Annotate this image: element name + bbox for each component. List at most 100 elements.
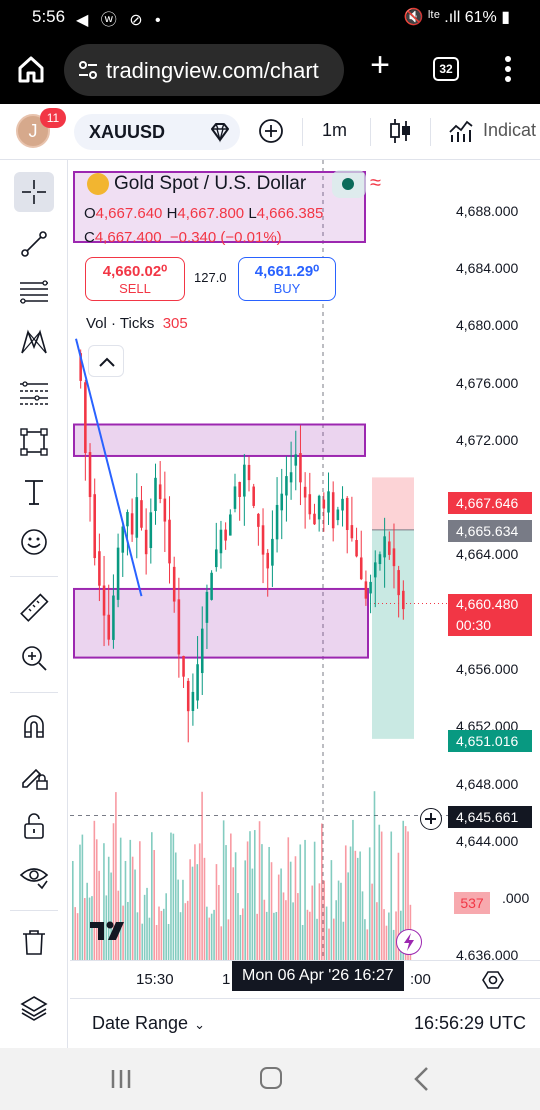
- candle-body: [331, 492, 335, 529]
- volume-bar: [263, 899, 266, 960]
- indicators-button[interactable]: Indicat: [483, 120, 536, 141]
- delete-tool[interactable]: [14, 922, 54, 962]
- low-value: 4,666.385: [256, 205, 324, 222]
- candle-body: [112, 595, 115, 640]
- toolbar-divider: [370, 118, 371, 146]
- candle-body: [243, 464, 246, 497]
- candle-body: [186, 680, 190, 712]
- candle-body: [149, 512, 153, 548]
- date-range-button[interactable]: Date Range ⌄: [92, 1013, 205, 1034]
- price-tick: 4,680.000: [456, 317, 519, 333]
- stay-in-drawing-tool[interactable]: [14, 756, 54, 796]
- candle-body: [383, 536, 386, 558]
- price-tick: 4,648.000: [456, 776, 519, 792]
- hide-tool[interactable]: [14, 856, 54, 896]
- new-tab-button[interactable]: +: [366, 48, 394, 82]
- utc-clock[interactable]: 16:56:29 UTC: [414, 1013, 526, 1034]
- volume-bar: [275, 911, 278, 960]
- candle-body: [317, 495, 321, 520]
- toolbar-divider: [430, 118, 431, 146]
- volume-bar: [174, 852, 177, 960]
- zoom-tool[interactable]: [14, 638, 54, 678]
- emoji-tool[interactable]: [14, 522, 54, 562]
- crosshair-price-label: 4,645.661: [448, 806, 532, 828]
- volume-bar: [179, 912, 182, 960]
- home-nav-button[interactable]: [260, 1067, 282, 1089]
- volume-bar: [383, 909, 385, 960]
- close-key: C: [84, 229, 95, 246]
- crosshair-tool[interactable]: [14, 172, 54, 212]
- volume-bar: [309, 911, 311, 960]
- object-tree-tool[interactable]: [14, 988, 54, 1028]
- volume-bar: [323, 880, 326, 960]
- spread-value: 127.0: [194, 270, 227, 285]
- volume-bar: [72, 860, 74, 960]
- add-alert-icon[interactable]: [420, 808, 442, 830]
- volume-bar: [177, 879, 179, 960]
- candle-body: [345, 497, 349, 531]
- settings-icon[interactable]: [482, 969, 504, 991]
- volume-bar: [364, 919, 366, 960]
- volume-bar: [270, 862, 273, 960]
- candle-body: [336, 509, 340, 521]
- candles-icon[interactable]: [388, 117, 412, 145]
- volume-legend[interactable]: Vol · Ticks 305: [86, 315, 188, 332]
- recent-apps-icon[interactable]: [110, 1068, 132, 1090]
- candle-body: [308, 494, 312, 515]
- candle-body: [214, 549, 218, 568]
- candle-body: [144, 529, 148, 555]
- candle-body: [289, 472, 293, 483]
- volume-bar: [227, 919, 230, 960]
- indicators-icon[interactable]: [448, 118, 474, 144]
- compare-add-icon[interactable]: [258, 118, 284, 144]
- volume-bar: [210, 913, 213, 960]
- volume-bar: [316, 918, 318, 960]
- lock-tool[interactable]: [14, 806, 54, 846]
- magnet-icon: [24, 715, 44, 738]
- forecast-tool[interactable]: [14, 372, 54, 412]
- lightning-icon[interactable]: [396, 929, 422, 955]
- pattern-tool[interactable]: [14, 322, 54, 362]
- candle-body: [168, 519, 171, 564]
- candle-body: [210, 572, 213, 600]
- volume-bar: [208, 917, 211, 960]
- more-menu-icon[interactable]: [500, 54, 516, 84]
- time-axis[interactable]: 15:30 1 :00 Mon 06 Apr '26 16:27: [70, 960, 540, 998]
- drawing-toolbar: [0, 160, 68, 1048]
- tab-switcher-button[interactable]: 32: [433, 57, 459, 81]
- home-icon[interactable]: [16, 54, 46, 84]
- trendline-tool[interactable]: [14, 224, 54, 264]
- interval-button[interactable]: 1m: [322, 120, 347, 141]
- buy-button[interactable]: 4,661.29⁰ BUY: [238, 257, 336, 301]
- diamond-icon[interactable]: [208, 121, 232, 143]
- candle-body: [266, 552, 270, 569]
- chart-toolbar: J 11 XAUUSD 1m Indicat: [0, 104, 540, 160]
- volume-bar: [146, 887, 148, 960]
- legend-title[interactable]: Gold Spot / U.S. Dollar: [114, 173, 306, 195]
- measure-tool[interactable]: [14, 588, 54, 628]
- text-tool[interactable]: [14, 472, 54, 512]
- magnet-tool[interactable]: [14, 706, 54, 746]
- tradingview-logo[interactable]: [88, 916, 132, 946]
- trash-icon: [23, 930, 45, 955]
- collapse-legend-button[interactable]: [88, 345, 124, 377]
- volume-bar: [206, 906, 208, 960]
- chart-canvas[interactable]: Gold Spot / U.S. Dollar ≈ O4,667.640 H4,…: [70, 160, 540, 960]
- volume-bar: [141, 923, 144, 960]
- sell-label: SELL: [119, 281, 151, 296]
- site-settings-icon[interactable]: [78, 60, 98, 80]
- stop-price-label: 4,651.016: [448, 730, 532, 752]
- back-icon[interactable]: [412, 1066, 432, 1092]
- volume-bar: [371, 883, 373, 960]
- volume-bar: [160, 910, 163, 960]
- shape-tool[interactable]: [14, 422, 54, 462]
- volume-bar: [182, 879, 184, 960]
- address-bar[interactable]: tradingview.com/chart: [64, 44, 344, 96]
- symbol-search[interactable]: XAUUSD: [74, 114, 240, 150]
- fib-tool[interactable]: [14, 272, 54, 312]
- candle-body: [177, 599, 181, 655]
- candle-body: [397, 570, 400, 596]
- sell-button[interactable]: 4,660.02⁰ SELL: [85, 257, 185, 301]
- volume-bar: [349, 846, 352, 960]
- candle-body: [257, 513, 260, 527]
